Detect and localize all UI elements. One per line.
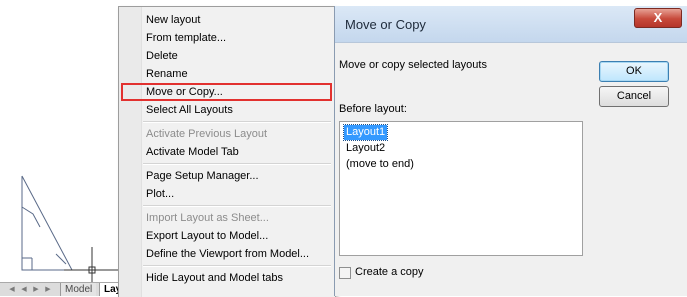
tab-model[interactable]: Model (60, 283, 97, 296)
menu-item-export-layout-to-model[interactable]: Export Layout to Model... (146, 228, 268, 244)
menu-item-new-layout[interactable]: New layout (146, 12, 200, 28)
highlight-box (121, 83, 332, 101)
dialog-title: Move or Copy (345, 17, 426, 32)
menu-separator (143, 163, 331, 165)
menu-item-plot[interactable]: Plot... (146, 186, 174, 202)
cancel-button[interactable]: Cancel (599, 86, 669, 107)
menu-icon-gutter (119, 7, 142, 297)
menu-item-hide-layout-and-model-tabs[interactable]: Hide Layout and Model tabs (146, 270, 283, 286)
menu-item-activate-previous-layout: Activate Previous Layout (146, 128, 268, 140)
dialog-description: Move or copy selected layouts (339, 59, 487, 71)
close-icon: X (653, 10, 663, 25)
drawing-canvas (21, 175, 118, 282)
menu-separator (143, 121, 331, 123)
before-layout-listbox[interactable]: Layout1 Layout2 (move to end) (339, 121, 583, 256)
menu-item-rename[interactable]: Rename (146, 66, 188, 82)
last-tab-icon[interactable]: ▶ (44, 285, 52, 294)
close-button[interactable]: X (634, 8, 682, 28)
dialog-titlebar[interactable]: Move or Copy X (335, 6, 687, 43)
ok-button[interactable]: OK (599, 61, 669, 82)
menu-item-define-viewport-from-model[interactable]: Define the Viewport from Model... (146, 246, 309, 262)
drawing-area[interactable]: ◀ ◀ ▶ ▶ Model Layout1 (0, 0, 130, 296)
first-tab-icon[interactable]: ◀ (8, 285, 16, 294)
list-item-layout1[interactable]: Layout1 (342, 124, 389, 141)
list-item-move-to-end[interactable]: (move to end) (344, 157, 416, 172)
menu-item-delete[interactable]: Delete (146, 48, 178, 64)
menu-separator (143, 205, 331, 207)
dialog-body: Move or copy selected layouts OK Cancel … (335, 43, 687, 296)
layout-tab-bar: ◀ ◀ ▶ ▶ Model Layout1 (0, 282, 130, 296)
menu-item-from-template[interactable]: From template... (146, 30, 226, 46)
create-copy-checkbox[interactable] (339, 267, 351, 279)
list-item-layout2[interactable]: Layout2 (344, 141, 387, 156)
move-or-copy-dialog: Move or Copy X Move or copy selected lay… (334, 6, 687, 296)
before-layout-label: Before layout: (339, 103, 407, 115)
create-copy-label[interactable]: Create a copy (355, 266, 423, 278)
previous-tab-icon[interactable]: ◀ (20, 285, 28, 294)
menu-item-select-all-layouts[interactable]: Select All Layouts (146, 102, 233, 118)
menu-item-activate-model-tab[interactable]: Activate Model Tab (146, 144, 239, 160)
menu-item-page-setup-manager[interactable]: Page Setup Manager... (146, 168, 259, 184)
menu-separator (143, 265, 331, 267)
menu-item-import-layout-as-sheet: Import Layout as Sheet... (146, 212, 269, 224)
next-tab-icon[interactable]: ▶ (32, 285, 40, 294)
layout-context-menu: New layout From template... Delete Renam… (118, 6, 336, 297)
